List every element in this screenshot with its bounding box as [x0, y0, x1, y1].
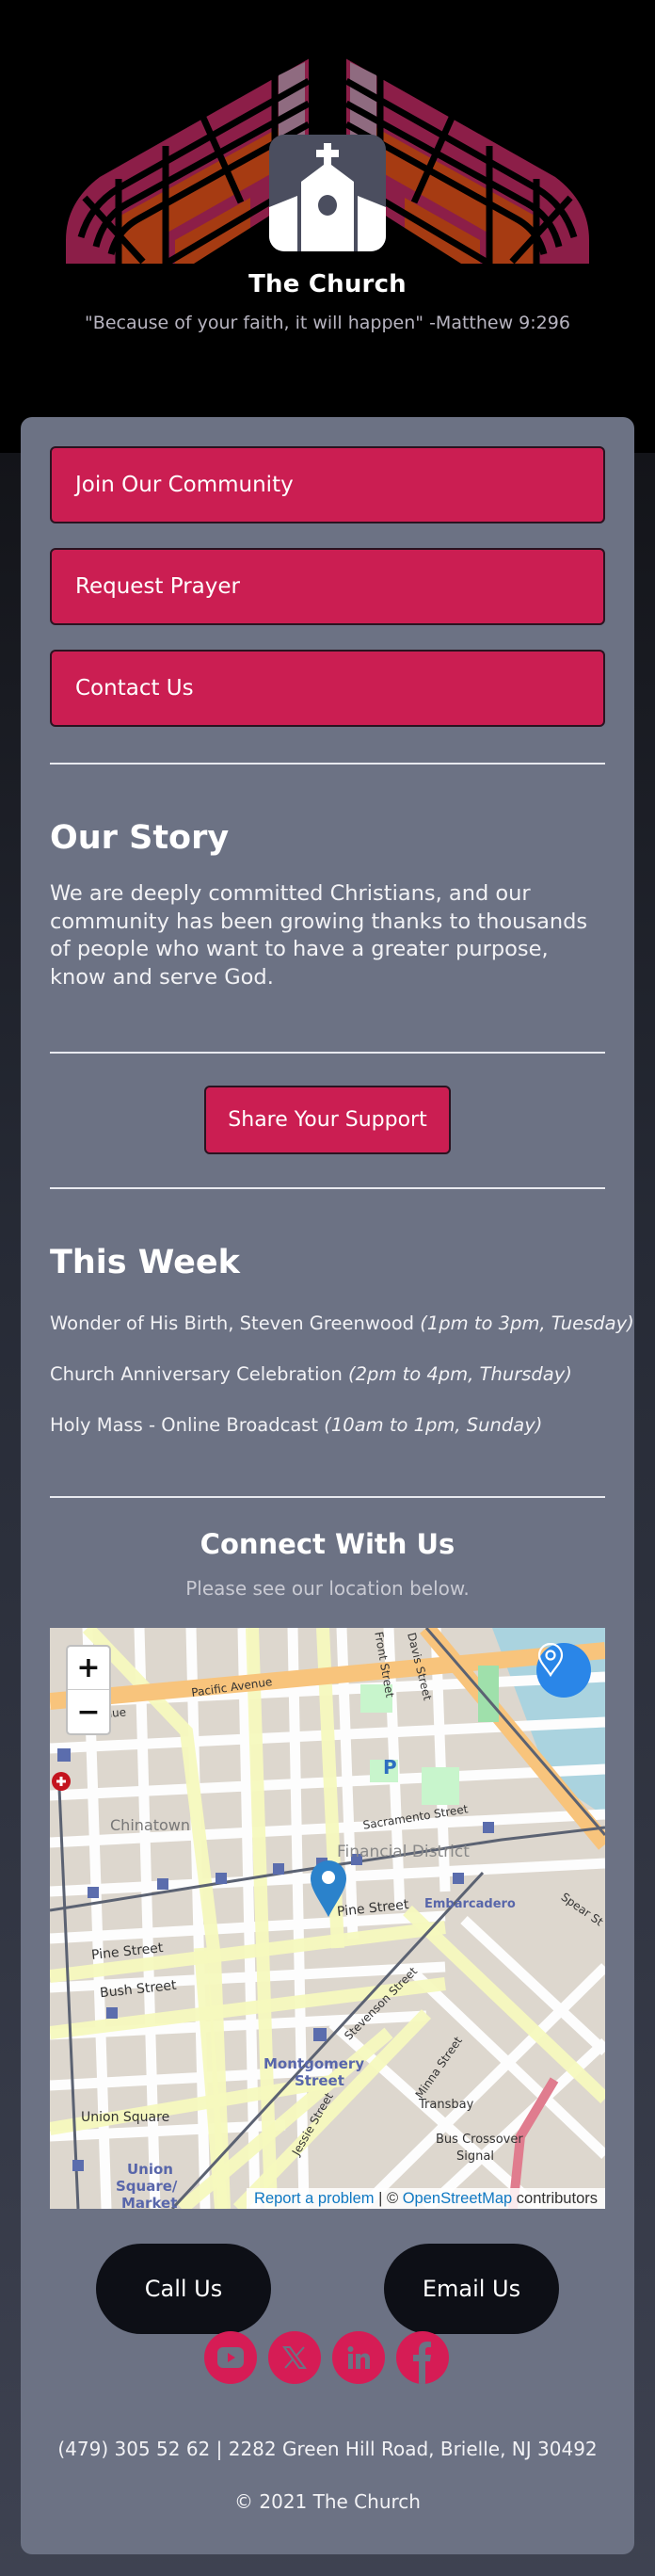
report-problem-link[interactable]: Report a problem: [254, 2190, 374, 2208]
our-story-text: We are deeply committed Christians, and …: [50, 881, 588, 990]
map-attribution: Report a problem | © OpenStreetMap contr…: [247, 2188, 605, 2209]
connect-subtitle: Please see our location below.: [185, 1577, 470, 1600]
event-title: Wonder of His Birth, Steven Greenwood: [50, 1312, 415, 1334]
event-item: Wonder of His Birth, Steven Greenwood (1…: [50, 1312, 634, 1334]
contact-info: (479) 305 52 62 | 2282 Green Hill Road, …: [57, 2438, 598, 2460]
youtube-link[interactable]: [204, 2331, 257, 2384]
map-label: Market: [121, 2195, 178, 2209]
map-pin-icon: [537, 1643, 564, 1677]
map-label: Bus Crossover: [436, 2133, 523, 2147]
site-title: The Church: [248, 270, 407, 298]
divider: [50, 763, 605, 765]
linkedin-link[interactable]: [332, 2331, 385, 2384]
church-icon: [269, 135, 386, 251]
event-item: Holy Mass - Online Broadcast (10am to 1p…: [50, 1414, 542, 1436]
site-tagline: "Because of your faith, it will happen" …: [85, 313, 570, 333]
divider: [50, 1052, 605, 1054]
our-story-heading: Our Story: [50, 819, 230, 857]
zoom-in-button[interactable]: +: [68, 1647, 109, 1690]
map-label: Transbay: [419, 2098, 474, 2112]
map-label: Union: [127, 2161, 173, 2178]
osm-link[interactable]: OpenStreetMap: [403, 2190, 512, 2208]
x-icon: [282, 2346, 307, 2369]
event-title: Church Anniversary Celebration: [50, 1363, 343, 1385]
this-week-heading: This Week: [50, 1244, 240, 1281]
map-label: Financial District: [337, 1843, 470, 1861]
divider: [50, 1187, 605, 1189]
request-prayer-button[interactable]: Request Prayer: [50, 548, 605, 625]
contact-us-button[interactable]: Contact Us: [50, 650, 605, 727]
event-title: Holy Mass - Online Broadcast: [50, 1414, 319, 1436]
map-label: Chinatown: [110, 1816, 190, 1834]
event-time: (1pm to 3pm, Tuesday): [420, 1312, 634, 1334]
attribution-suffix: contributors: [512, 2189, 598, 2207]
map-label: Union Square: [81, 2110, 170, 2125]
content-card: [21, 417, 634, 2554]
join-community-button[interactable]: Join Our Community: [50, 446, 605, 523]
stained-glass-roof-graphic: [66, 38, 589, 267]
share-support-button[interactable]: Share Your Support: [204, 1086, 451, 1154]
church-logo: [62, 38, 593, 267]
event-item: Church Anniversary Celebration (2pm to 4…: [50, 1363, 572, 1385]
divider: [50, 1496, 605, 1498]
map-label: Montgomery: [264, 2055, 365, 2072]
connect-heading: Connect With Us: [200, 1528, 455, 1560]
event-time: (10am to 1pm, Sunday): [324, 1414, 543, 1436]
facebook-link[interactable]: [396, 2331, 449, 2384]
x-link[interactable]: [268, 2331, 321, 2384]
parking-icon: P: [383, 1756, 397, 1779]
map-label: Street: [295, 2072, 344, 2089]
zoom-out-button[interactable]: −: [68, 1690, 109, 1733]
event-time: (2pm to 4pm, Thursday): [348, 1363, 572, 1385]
email-us-button[interactable]: Email Us: [384, 2244, 559, 2334]
linkedin-icon: [347, 2346, 370, 2369]
facebook-icon: [413, 2342, 431, 2384]
call-us-button[interactable]: Call Us: [96, 2244, 271, 2334]
attribution-separator: | ©: [374, 2189, 403, 2207]
map-label: Signal: [456, 2149, 494, 2164]
copyright: © 2021 The Church: [234, 2490, 421, 2513]
map-label: Embarcadero: [424, 1897, 516, 1911]
map-label: Square/: [116, 2178, 178, 2195]
location-map[interactable]: Pacific Avenue venue Front Street Davis …: [50, 1628, 605, 2209]
locate-button[interactable]: [536, 1643, 591, 1698]
youtube-icon: [217, 2347, 244, 2368]
map-zoom-control: + −: [66, 1645, 111, 1735]
